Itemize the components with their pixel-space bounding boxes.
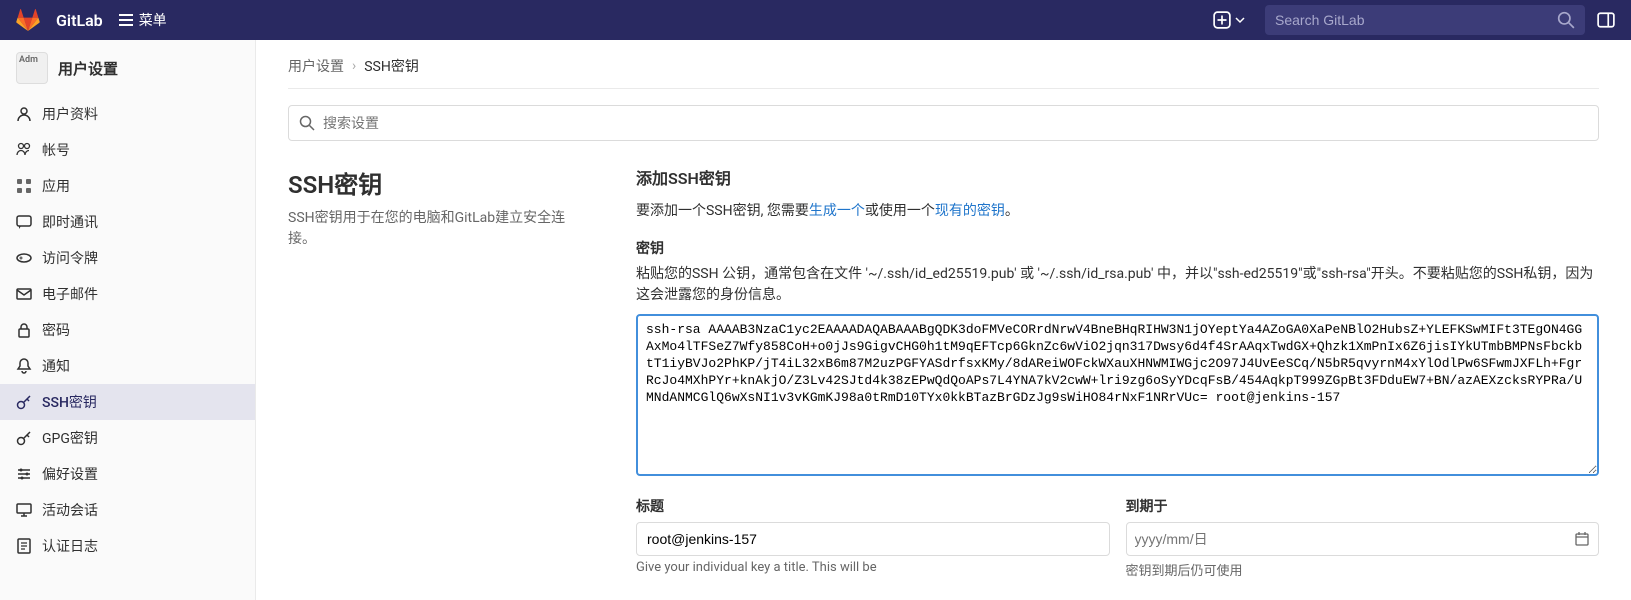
search-input[interactable] (1275, 12, 1557, 28)
title-help: Give your individual key a title. This w… (636, 560, 1110, 575)
token-icon (16, 250, 32, 266)
sidebar-item-chat[interactable]: 即时通讯 (0, 204, 255, 240)
breadcrumb-current: SSH密钥 (364, 56, 419, 76)
settings-search-input[interactable] (323, 115, 1588, 131)
sidebar-item-auth-log[interactable]: 认证日志 (0, 528, 255, 564)
global-search[interactable] (1265, 5, 1585, 35)
sidebar-item-label: GPG密钥 (42, 428, 98, 448)
calendar-icon (1574, 531, 1590, 547)
sidebar-item-label: 密码 (42, 320, 70, 340)
sidebar-item-label: 用户资料 (42, 104, 98, 124)
sidebar-title: 用户设置 (58, 58, 118, 79)
sidebar-item-label: 通知 (42, 356, 70, 376)
chat-icon (16, 214, 32, 230)
sidebar-item-profile[interactable]: 用户资料 (0, 96, 255, 132)
mail-icon (16, 286, 32, 302)
search-icon (299, 115, 315, 131)
sidebar-item-ssh-keys[interactable]: SSH密钥 (0, 384, 255, 420)
key-icon (16, 430, 32, 446)
sidebar-item-applications[interactable]: 应用 (0, 168, 255, 204)
breadcrumb: 用户设置 › SSH密钥 (288, 56, 1599, 89)
section-title: SSH密钥 (288, 165, 588, 200)
add-key-title: 添加SSH密钥 (636, 165, 1599, 189)
sidebar-item-label: SSH密钥 (42, 392, 97, 412)
avatar: Adm (16, 52, 48, 84)
breadcrumb-separator: › (352, 58, 356, 74)
preferences-icon (16, 466, 32, 482)
sidebar-item-label: 帐号 (42, 140, 70, 160)
menu-label: 菜单 (139, 10, 167, 30)
sidebar: Adm 用户设置 用户资料 帐号 应用 即时通讯 访问令牌 电子邮件 (0, 40, 256, 600)
expires-input-wrap[interactable] (1126, 522, 1600, 556)
title-input[interactable] (636, 522, 1110, 556)
key-label: 密钥 (636, 238, 1599, 258)
sidebar-item-account[interactable]: 帐号 (0, 132, 255, 168)
chevron-down-icon (1235, 11, 1245, 29)
sidebar-item-label: 应用 (42, 176, 70, 196)
sidebar-item-active-sessions[interactable]: 活动会话 (0, 492, 255, 528)
hamburger-icon (119, 14, 133, 26)
expires-input[interactable] (1135, 531, 1575, 547)
brand-text: GitLab (56, 11, 103, 30)
title-label: 标题 (636, 496, 1110, 516)
search-icon (1557, 11, 1575, 29)
sidebar-item-label: 偏好设置 (42, 464, 98, 484)
sidebar-item-access-tokens[interactable]: 访问令牌 (0, 240, 255, 276)
sidebar-item-label: 电子邮件 (42, 284, 98, 304)
main-content: 用户设置 › SSH密钥 SSH密钥 SSH密钥用于在您的电脑和GitLab建立… (256, 40, 1631, 600)
generate-key-link[interactable]: 生成一个 (809, 203, 865, 219)
user-icon (16, 106, 32, 122)
sidebar-item-gpg-keys[interactable]: GPG密钥 (0, 420, 255, 456)
create-new-button[interactable] (1205, 7, 1253, 33)
sidebar-item-password[interactable]: 密码 (0, 312, 255, 348)
sidebar-item-label: 访问令牌 (42, 248, 98, 268)
existing-key-link[interactable]: 现有的密钥 (935, 203, 1005, 219)
sidebar-item-label: 即时通讯 (42, 212, 98, 232)
monitor-icon (16, 502, 32, 518)
sidebar-item-label: 认证日志 (42, 536, 98, 556)
log-icon (16, 538, 32, 554)
breadcrumb-parent[interactable]: 用户设置 (288, 56, 344, 76)
section-description: SSH密钥用于在您的电脑和GitLab建立安全连接。 (288, 208, 588, 250)
key-icon (16, 394, 32, 410)
sidebar-item-emails[interactable]: 电子邮件 (0, 276, 255, 312)
account-icon (16, 142, 32, 158)
expires-label: 到期于 (1126, 496, 1600, 516)
gitlab-logo[interactable] (16, 8, 40, 32)
lock-icon (16, 322, 32, 338)
ssh-key-textarea[interactable]: ssh-rsa AAAAB3NzaC1yc2EAAAADAQABAAABgQDK… (636, 314, 1599, 476)
key-description: 粘贴您的SSH 公钥，通常包含在文件 '~/.ssh/id_ed25519.pu… (636, 264, 1599, 306)
sidebar-toggle-icon[interactable] (1597, 11, 1615, 29)
bell-icon (16, 358, 32, 374)
plus-icon (1213, 11, 1231, 29)
expires-help: 密钥到期后仍可使用 (1126, 560, 1600, 579)
sidebar-item-label: 活动会话 (42, 500, 98, 520)
sidebar-header[interactable]: Adm 用户设置 (0, 40, 255, 96)
sidebar-item-preferences[interactable]: 偏好设置 (0, 456, 255, 492)
menu-button[interactable]: 菜单 (119, 10, 167, 30)
add-key-help: 要添加一个SSH密钥, 您需要生成一个或使用一个现有的密钥。 (636, 201, 1599, 222)
sidebar-item-notifications[interactable]: 通知 (0, 348, 255, 384)
settings-search[interactable] (288, 105, 1599, 141)
apps-icon (16, 178, 32, 194)
